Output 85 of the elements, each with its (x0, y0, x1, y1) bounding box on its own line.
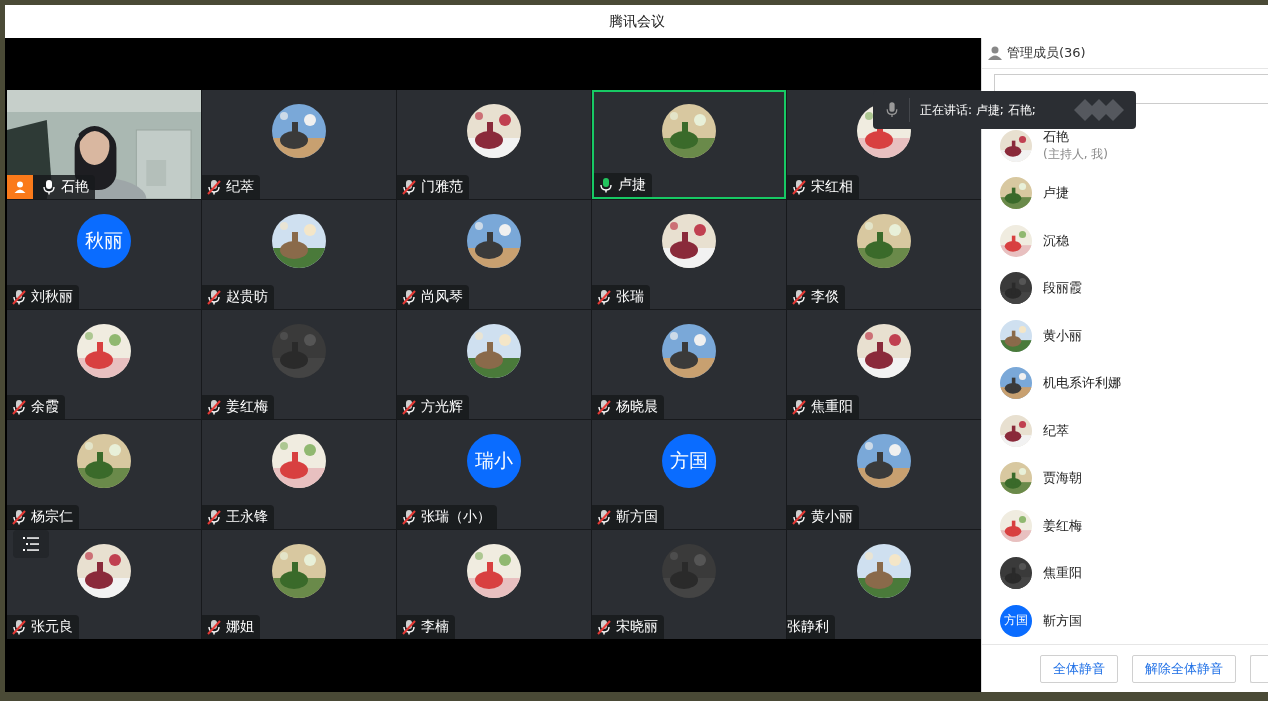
name-label: 杨晓晨 (592, 395, 664, 419)
participant-tile[interactable]: 秋丽 刘秋丽 (7, 200, 201, 309)
name-label: 靳方国 (592, 505, 664, 529)
member-item[interactable]: 贾海朝 (1000, 454, 1268, 502)
member-item[interactable]: 纪萃 (1000, 406, 1268, 455)
logo-icon (1074, 99, 1124, 121)
member-role: (主持人, 我) (1043, 146, 1108, 164)
name-label: 王永锋 (202, 505, 274, 529)
panel-title: 管理成员(36) (1007, 43, 1086, 62)
name-label: 张瑞（小） (397, 505, 497, 529)
name-label: 刘秋丽 (7, 285, 79, 309)
participant-tile[interactable]: 张瑞 (592, 200, 786, 309)
name-label: 卢捷 (594, 173, 652, 197)
member-name: 沉稳 (1043, 231, 1069, 250)
participant-tile[interactable]: 宋晓丽 (592, 530, 786, 639)
name-label: 杨宗仁 (7, 505, 79, 529)
name-label: 焦重阳 (787, 395, 859, 419)
menu-icon[interactable] (13, 530, 49, 558)
name-label: 余霞 (7, 395, 65, 419)
member-name: 卢捷 (1043, 184, 1069, 203)
participant-tile[interactable]: 赵贵昉 (202, 200, 396, 309)
member-name: 机电系许利娜 (1043, 374, 1121, 393)
participant-tile[interactable]: 瑞小 张瑞（小） (397, 420, 591, 529)
name-label: 赵贵昉 (202, 285, 274, 309)
name-label: 石艳 (7, 175, 95, 199)
member-item[interactable]: 姜红梅 (1000, 501, 1268, 550)
initials-avatar: 方国 (1000, 604, 1032, 637)
name-label: 李倓 (787, 285, 845, 309)
initials-avatar: 瑞小 (467, 434, 521, 488)
participant-tile[interactable]: 纪萃 (202, 90, 396, 199)
participant-tile[interactable]: 黄小丽 (787, 420, 981, 529)
name-label: 娜姐 (202, 615, 260, 639)
participant-tile[interactable]: 娜姐 (202, 530, 396, 639)
name-label: 张元良 (7, 615, 79, 639)
initials-avatar: 秋丽 (77, 214, 131, 268)
member-name: 段丽霞 (1043, 279, 1082, 298)
participant-tile[interactable]: 杨宗仁 (7, 420, 201, 529)
mic-icon (885, 101, 899, 119)
participant-tile[interactable]: 方光辉 (397, 310, 591, 419)
member-item[interactable]: 石艳 (主持人, 我) (1000, 121, 1268, 170)
window-title: 腾讯会议 (608, 12, 665, 31)
participant-tile[interactable]: 石艳 (7, 90, 201, 199)
member-item[interactable]: 沉稳 (1000, 216, 1268, 265)
initials-avatar: 方国 (662, 434, 716, 488)
member-item[interactable]: 焦重阳 (1000, 549, 1268, 597)
name-label: 张瑞 (592, 285, 650, 309)
participant-tile[interactable]: 余霞 (7, 310, 201, 419)
mute-button[interactable]: 全体静音 (1040, 654, 1118, 683)
name-label: 纪萃 (202, 175, 260, 199)
participant-tile[interactable]: 尚风琴 (397, 200, 591, 309)
member-name: 石艳 (1043, 128, 1070, 147)
participant-tile[interactable]: 王永锋 (202, 420, 396, 529)
participant-tile[interactable]: 张元良 (7, 530, 201, 639)
member-item[interactable]: 方国 靳方国 (1000, 596, 1268, 645)
participant-tile[interactable]: 张静利 (787, 530, 981, 639)
member-item[interactable]: 段丽霞 (1000, 264, 1268, 312)
member-name: 焦重阳 (1043, 564, 1082, 583)
name-label: 尚风琴 (397, 285, 469, 309)
participant-tile[interactable]: 卢捷 (592, 90, 786, 199)
participant-tile[interactable]: 门雅范 (397, 90, 591, 199)
member-name: 贾海朝 (1043, 469, 1082, 488)
member-name: 纪萃 (1043, 421, 1069, 440)
participant-tile[interactable]: 李楠 (397, 530, 591, 639)
member-name: 靳方国 (1043, 611, 1082, 630)
name-label: 宋红相 (787, 175, 859, 199)
member-item[interactable]: 黄小丽 (1000, 311, 1268, 360)
participant-tile[interactable]: 李倓 (787, 200, 981, 309)
person-icon (987, 44, 1003, 61)
participant-tile[interactable]: 方国 靳方国 (592, 420, 786, 529)
name-label: 黄小丽 (787, 505, 859, 529)
name-label: 方光辉 (397, 395, 469, 419)
name-label: 宋晓丽 (592, 615, 664, 639)
participant-tile[interactable]: 焦重阳 (787, 310, 981, 419)
participant-tile[interactable]: 杨晓晨 (592, 310, 786, 419)
member-name: 黄小丽 (1043, 326, 1082, 345)
member-item[interactable]: 卢捷 (1000, 169, 1268, 217)
name-label: 姜红梅 (202, 395, 274, 419)
name-label: 门雅范 (397, 175, 469, 199)
host-icon (7, 175, 33, 199)
participant-tile[interactable]: 姜红梅 (202, 310, 396, 419)
member-name: 姜红梅 (1043, 516, 1082, 535)
name-label: 李楠 (397, 615, 455, 639)
name-label: 张静利 (787, 615, 835, 639)
member-item[interactable]: 机电系许利娜 (1000, 359, 1268, 407)
mute-button[interactable]: 解除全体静音 (1132, 654, 1236, 683)
